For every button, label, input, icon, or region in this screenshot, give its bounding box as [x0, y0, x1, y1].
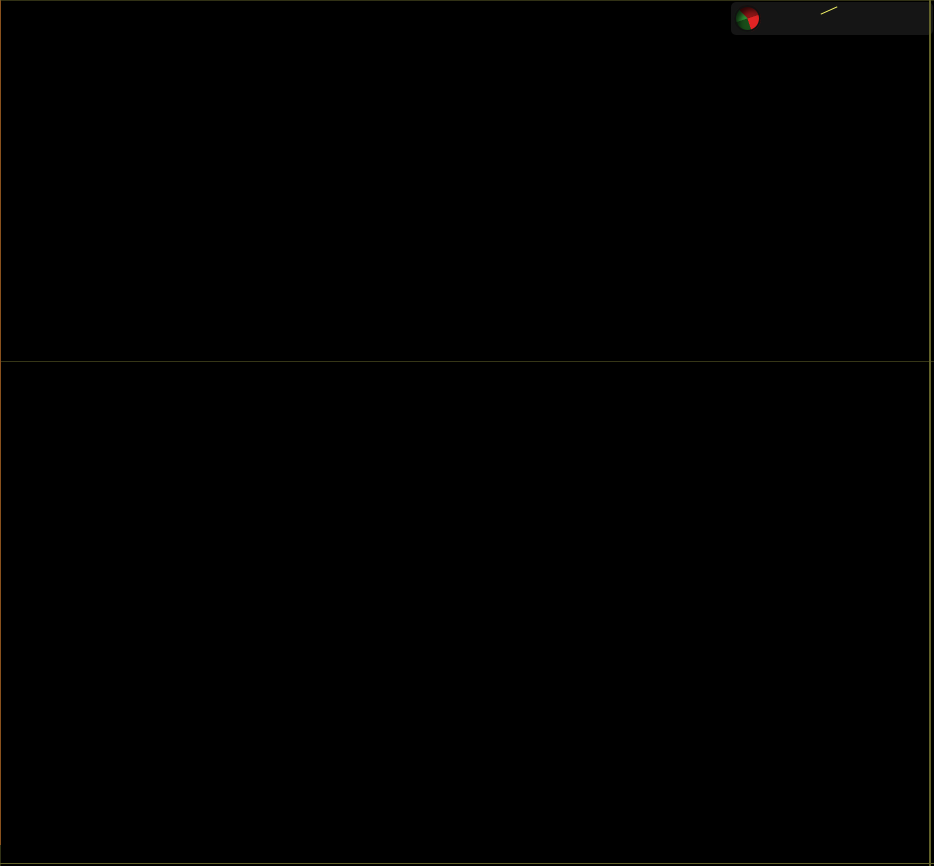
watermark	[731, 2, 933, 35]
trading-app-window	[0, 0, 934, 866]
indicator-chart-panel[interactable]	[0, 383, 934, 845]
top-border	[0, 0, 934, 1]
bottom-border	[0, 863, 934, 864]
left-border	[0, 0, 1, 866]
right-border	[929, 0, 931, 866]
panel-separator	[0, 361, 934, 362]
site-logo-icon	[734, 5, 761, 32]
price-chart-panel[interactable]	[0, 0, 934, 361]
